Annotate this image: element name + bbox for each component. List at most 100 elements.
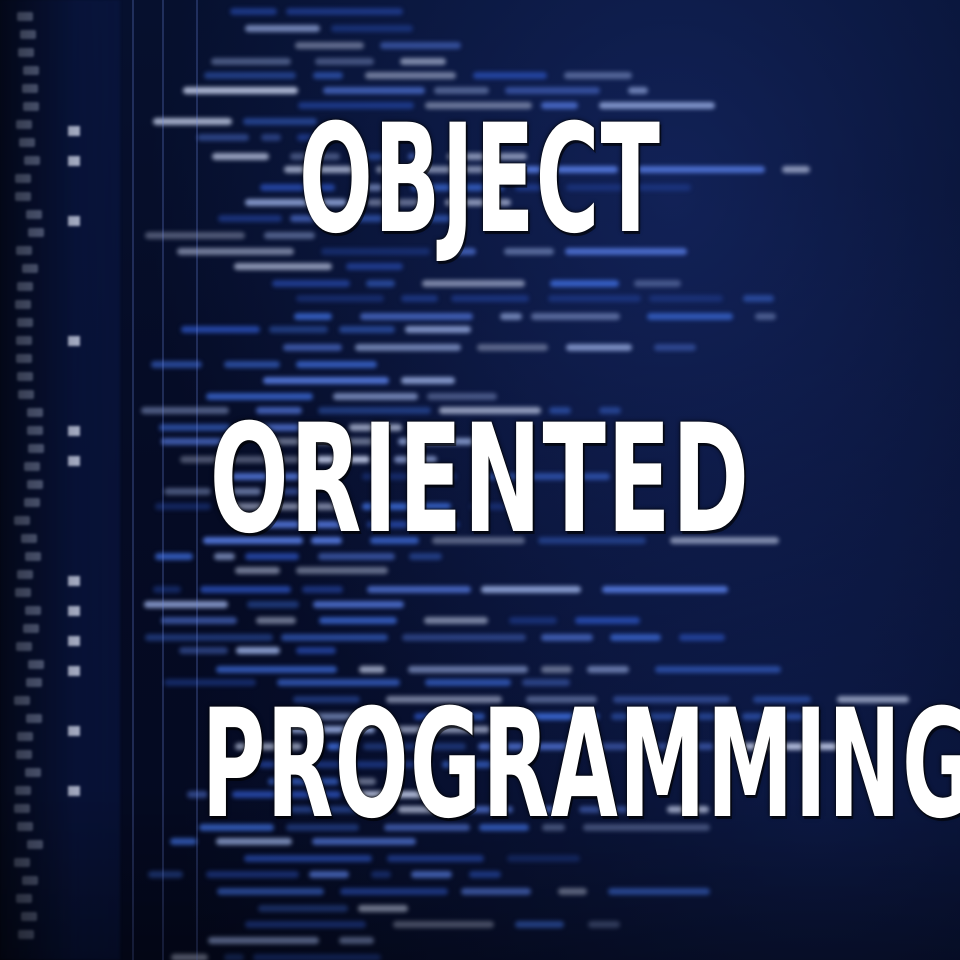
line-number xyxy=(16,894,33,903)
line-number xyxy=(25,552,42,561)
code-token xyxy=(782,166,811,174)
code-token xyxy=(207,937,320,945)
line-number xyxy=(14,786,31,795)
code-token xyxy=(143,601,228,609)
line-number xyxy=(20,912,37,921)
code-token xyxy=(216,888,325,896)
line-number xyxy=(14,858,30,867)
line-number xyxy=(16,336,33,345)
code-token xyxy=(423,616,489,624)
indent-guide xyxy=(132,0,134,960)
line-number xyxy=(15,174,32,183)
code-token xyxy=(358,905,408,913)
line-number xyxy=(27,228,44,237)
code-token xyxy=(607,888,710,896)
code-token xyxy=(171,953,208,960)
line-number xyxy=(16,750,33,759)
line-number-gutter xyxy=(0,0,120,960)
code-token xyxy=(331,25,413,33)
line-number xyxy=(16,282,33,291)
code-token xyxy=(257,905,348,913)
line-number xyxy=(21,264,38,273)
fold-marker xyxy=(68,126,80,136)
code-token xyxy=(647,312,733,320)
code-token xyxy=(295,41,365,49)
line-number xyxy=(16,354,33,363)
fold-marker xyxy=(68,666,80,676)
line-number xyxy=(19,30,36,39)
line-number xyxy=(15,642,32,651)
line-number xyxy=(18,138,35,147)
cover-image: OBJECT ORIENTED PROGRAMMING xyxy=(0,0,960,960)
line-number xyxy=(14,516,31,525)
line-number xyxy=(16,732,33,741)
line-number xyxy=(25,678,42,687)
line-number xyxy=(24,768,41,777)
line-number xyxy=(27,408,44,417)
code-token xyxy=(256,616,297,624)
line-number xyxy=(14,696,31,705)
code-token xyxy=(653,344,697,352)
code-token xyxy=(461,888,532,896)
line-number xyxy=(15,120,32,129)
code-token xyxy=(565,344,633,352)
line-number xyxy=(24,606,41,615)
headline-line-programming: PROGRAMMING xyxy=(201,678,960,852)
code-token xyxy=(244,920,367,928)
line-number xyxy=(22,66,39,75)
code-token xyxy=(754,312,777,320)
code-token xyxy=(380,41,461,49)
code-token xyxy=(161,616,237,624)
line-number xyxy=(26,480,43,489)
fold-marker xyxy=(68,576,80,586)
code-token xyxy=(339,326,396,334)
line-number xyxy=(14,804,31,813)
code-token xyxy=(340,888,449,896)
code-token xyxy=(280,633,388,641)
code-token xyxy=(574,616,640,624)
line-number xyxy=(16,318,33,327)
line-number xyxy=(14,192,31,201)
indent-guide xyxy=(162,0,164,960)
fold-marker xyxy=(68,156,80,166)
fold-marker xyxy=(68,786,80,796)
code-token xyxy=(253,953,381,960)
code-token xyxy=(145,633,273,641)
line-number xyxy=(17,822,34,831)
line-number xyxy=(17,12,34,21)
line-number xyxy=(18,48,35,57)
line-number xyxy=(22,84,39,93)
code-token xyxy=(247,601,300,609)
code-token xyxy=(508,616,557,624)
code-token xyxy=(318,616,398,624)
line-number xyxy=(26,210,43,219)
line-number xyxy=(17,390,34,399)
line-number xyxy=(14,300,31,309)
headline-line-oriented: ORIENTED xyxy=(209,393,751,567)
fold-marker xyxy=(68,426,80,436)
line-number xyxy=(20,534,37,543)
line-number xyxy=(24,156,41,165)
line-number xyxy=(25,714,42,723)
line-number xyxy=(16,246,33,255)
code-token xyxy=(587,920,621,928)
line-number xyxy=(26,840,43,849)
code-token xyxy=(286,7,403,15)
code-token xyxy=(229,7,277,15)
code-token xyxy=(223,953,245,960)
code-token xyxy=(313,601,404,609)
code-token xyxy=(148,870,183,878)
code-token xyxy=(405,326,471,334)
code-token xyxy=(515,920,564,928)
headline-line-object: OBJECT xyxy=(298,93,662,267)
code-token xyxy=(678,633,726,641)
code-token xyxy=(282,344,342,352)
code-token xyxy=(557,888,587,896)
line-number xyxy=(15,588,32,597)
code-token xyxy=(269,326,329,334)
code-token xyxy=(339,937,375,945)
line-number xyxy=(23,498,40,507)
code-token xyxy=(181,326,260,334)
fold-marker xyxy=(68,456,80,466)
line-number xyxy=(27,444,44,453)
